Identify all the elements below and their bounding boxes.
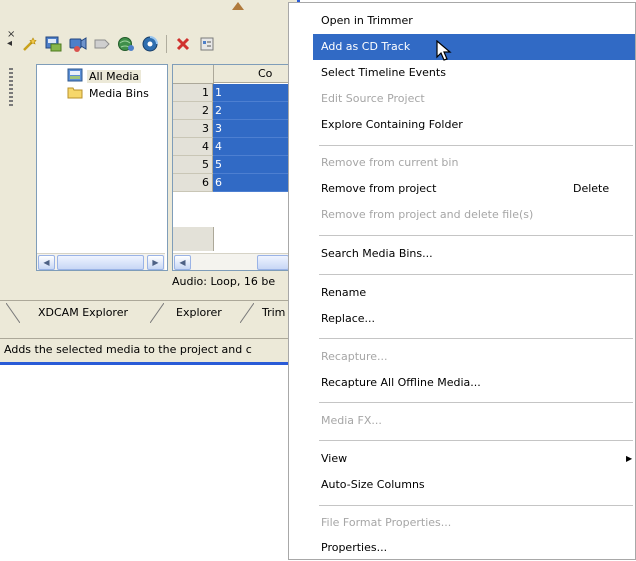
- toolbar-separator: [166, 35, 167, 53]
- get-media-icon[interactable]: [92, 34, 112, 54]
- menu-item-remove-and-delete-files[interactable]: Remove from project and delete file(s): [313, 202, 635, 228]
- table-row[interactable]: 1 1: [173, 84, 291, 102]
- splitter-grip-icon[interactable]: [232, 2, 244, 10]
- media-tree[interactable]: All Media Media Bins ◀ ▶: [36, 64, 168, 271]
- menu-item-remove-from-project[interactable]: Remove from project Delete: [313, 176, 635, 202]
- media-explorer-window: × ◂ All Media Media Bins ◀ ▶ Co 1 1 2 2 …: [0, 0, 300, 365]
- all-media-icon: [67, 68, 83, 85]
- extract-audio-cd-icon[interactable]: [140, 34, 160, 54]
- toolbar: [20, 32, 217, 56]
- table-row[interactable]: 4 4: [173, 138, 291, 156]
- tab-edge-icon: [150, 303, 164, 323]
- row-number: 2: [173, 102, 213, 120]
- table-row[interactable]: 3 3: [173, 120, 291, 138]
- get-media-web-icon[interactable]: [116, 34, 136, 54]
- menu-separator: [319, 145, 633, 146]
- tree-horizontal-scrollbar[interactable]: ◀ ▶: [37, 253, 165, 270]
- mouse-cursor-icon: [436, 40, 452, 61]
- row-number: 1: [173, 84, 213, 102]
- tab-edge-icon: [240, 303, 254, 323]
- row-number: 5: [173, 156, 213, 174]
- scroll-thumb[interactable]: [257, 255, 289, 270]
- menu-separator: [319, 505, 633, 506]
- menu-item-view[interactable]: View ▶: [313, 446, 635, 472]
- properties-icon[interactable]: [197, 34, 217, 54]
- media-grid[interactable]: Co 1 1 2 2 3 3 4 4 5 5 6 6 ◀: [172, 64, 292, 271]
- scroll-left-icon[interactable]: ◀: [38, 255, 55, 270]
- row-cell[interactable]: 6: [213, 174, 291, 192]
- row-cell[interactable]: 2: [213, 102, 291, 120]
- tab-xdcam-explorer[interactable]: XDCAM Explorer: [38, 303, 128, 323]
- scroll-thumb[interactable]: [57, 255, 144, 270]
- table-row[interactable]: 2 2: [173, 102, 291, 120]
- menu-item-label: Remove from project: [321, 182, 437, 195]
- menu-item-remove-from-current-bin[interactable]: Remove from current bin: [313, 150, 635, 176]
- row-header-filler: [173, 227, 214, 251]
- scroll-right-icon[interactable]: ▶: [147, 255, 164, 270]
- tree-item-all-media[interactable]: All Media: [67, 68, 142, 85]
- tab-trimmer[interactable]: Trim: [262, 303, 285, 323]
- row-cell[interactable]: 3: [213, 120, 291, 138]
- tree-item-media-bins[interactable]: Media Bins: [67, 85, 151, 101]
- row-cell[interactable]: 4: [213, 138, 291, 156]
- menu-item-label: View: [321, 452, 348, 465]
- magic-wand-icon[interactable]: [20, 34, 40, 54]
- menu-item-shortcut: Delete: [573, 182, 610, 195]
- menu-item-properties[interactable]: Properties...: [313, 535, 635, 561]
- menu-item-media-fx[interactable]: Media FX...: [313, 408, 635, 434]
- menu-item-recapture[interactable]: Recapture...: [313, 344, 635, 370]
- menu-separator: [319, 274, 633, 275]
- row-number: 4: [173, 138, 213, 156]
- tree-item-label: All Media: [87, 69, 142, 83]
- menu-item-rename[interactable]: Rename: [313, 280, 635, 306]
- scroll-left-icon[interactable]: ◀: [174, 255, 191, 270]
- window-tabs: XDCAM Explorer Explorer Trim: [0, 300, 297, 325]
- menu-item-edit-source-project[interactable]: Edit Source Project: [313, 86, 635, 112]
- context-menu: Open in Trimmer Add as CD Track Select T…: [288, 2, 636, 560]
- import-media-icon[interactable]: [44, 34, 64, 54]
- folder-icon: [67, 85, 83, 102]
- close-icon[interactable]: × ◂: [7, 30, 15, 49]
- row-number: 3: [173, 120, 213, 138]
- menu-separator: [319, 402, 633, 403]
- menu-item-open-in-trimmer[interactable]: Open in Trimmer: [313, 8, 635, 34]
- delete-icon[interactable]: [173, 34, 193, 54]
- table-row[interactable]: 5 5: [173, 156, 291, 174]
- menu-item-explore-containing-folder[interactable]: Explore Containing Folder: [313, 112, 635, 138]
- grid-column-header[interactable]: Co: [214, 65, 291, 83]
- menu-item-file-format-properties[interactable]: File Format Properties...: [313, 510, 635, 536]
- tab-explorer[interactable]: Explorer: [176, 303, 222, 323]
- tree-item-label: Media Bins: [89, 86, 149, 100]
- tab-edge-icon: [6, 303, 20, 323]
- menu-item-replace[interactable]: Replace...: [313, 306, 635, 332]
- capture-video-icon[interactable]: [68, 34, 88, 54]
- media-info-text: Audio: Loop, 16 be: [172, 275, 276, 288]
- status-bar: Adds the selected media to the project a…: [0, 338, 297, 362]
- menu-separator: [319, 440, 633, 441]
- menu-separator: [319, 338, 633, 339]
- grid-horizontal-scrollbar[interactable]: ◀: [173, 253, 291, 270]
- menu-item-search-media-bins[interactable]: Search Media Bins...: [313, 241, 635, 267]
- menu-item-recapture-all-offline[interactable]: Recapture All Offline Media...: [313, 370, 635, 396]
- menu-item-select-timeline-events[interactable]: Select Timeline Events: [313, 60, 635, 86]
- dock-grip[interactable]: [9, 68, 13, 108]
- row-number: 6: [173, 174, 213, 192]
- menu-item-auto-size-columns[interactable]: Auto-Size Columns: [313, 472, 635, 498]
- menu-icon-gutter: [289, 3, 313, 559]
- grid-corner: [173, 65, 214, 84]
- table-row[interactable]: 6 6: [173, 174, 291, 192]
- menu-item-add-as-cd-track[interactable]: Add as CD Track: [313, 34, 635, 60]
- menu-separator: [319, 235, 633, 236]
- submenu-arrow-icon: ▶: [626, 454, 633, 463]
- row-cell[interactable]: 5: [213, 156, 291, 174]
- row-cell[interactable]: 1: [213, 84, 291, 102]
